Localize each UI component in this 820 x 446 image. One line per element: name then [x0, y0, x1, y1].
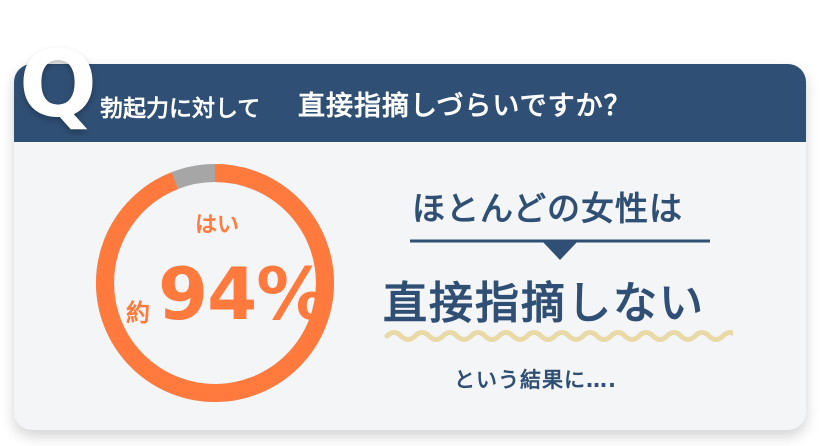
headline-main: 直接指摘しない — [383, 278, 705, 329]
percent-value: 94% — [158, 252, 328, 336]
conclusion-text: という結果に…. — [454, 368, 617, 392]
approx-prefix: 約 — [126, 299, 150, 327]
down-arrow-icon — [542, 241, 578, 260]
headline-top: ほとんどの女性は — [412, 189, 684, 228]
question-lead-text: 勃起力に対して — [100, 96, 261, 122]
divider-arrow — [410, 239, 710, 260]
wave-line — [384, 330, 733, 342]
answer-yes-label: はい — [194, 213, 239, 238]
q-badge: Q — [18, 31, 97, 138]
question-emphasis-text: 直接指摘しづらいですか？ — [298, 91, 632, 122]
